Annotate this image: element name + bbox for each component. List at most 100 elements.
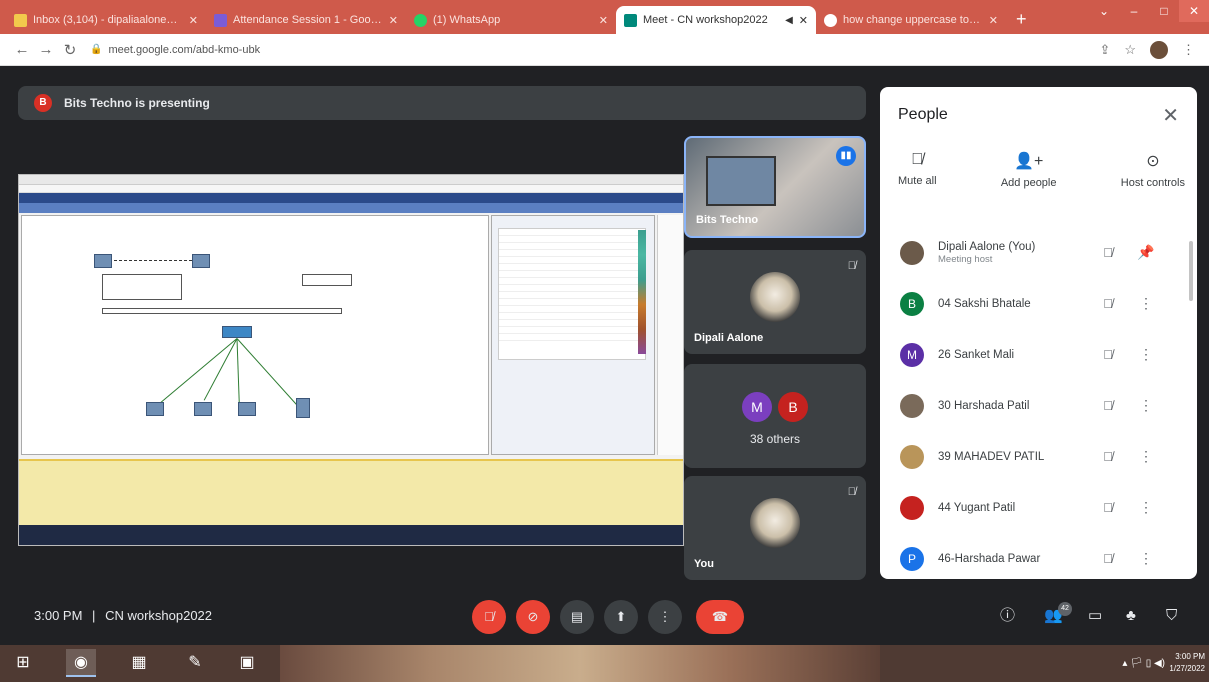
tile-name: Dipali Aalone (694, 332, 764, 344)
host-controls-icon[interactable]: ⛉ (1166, 590, 1177, 642)
pdu-info-box (302, 274, 352, 286)
gmail-icon (14, 13, 27, 27)
mic-toggle-button[interactable]: 🎙̸ (472, 600, 506, 634)
close-icon[interactable]: ✕ (189, 14, 198, 27)
pc-device-icon (238, 402, 256, 416)
bookmark-star-icon[interactable]: ☆ (1124, 42, 1136, 58)
paint-icon[interactable]: ✎ (180, 649, 210, 677)
participant-name: 04 Sakshi Bhatale (938, 297, 1031, 310)
lock-icon: 🔒 (90, 44, 103, 55)
captions-button[interactable]: ▤ (560, 600, 594, 634)
avatar (900, 495, 924, 520)
profile-avatar[interactable] (1150, 40, 1168, 59)
participant-tile-you[interactable]: 🎙̸ You (684, 476, 866, 580)
mute-all-button[interactable]: 🎙̸ Mute all (898, 151, 937, 213)
share-icon[interactable]: ⇪ (1099, 42, 1110, 58)
close-icon[interactable]: ✕ (989, 14, 998, 27)
shared-screen (18, 174, 684, 546)
chrome-icon[interactable]: ◉ (66, 649, 96, 677)
forward-icon[interactable]: → (34, 41, 58, 58)
tab-meet[interactable]: Meet - CN workshop2022 ◀ ✕ (616, 6, 816, 34)
event-color-strip (638, 230, 646, 354)
mic-off-icon[interactable]: 🎙̸ (1088, 296, 1128, 311)
reload-icon[interactable]: ↻ (58, 41, 82, 59)
mic-off-icon[interactable]: 🎙̸ (1088, 245, 1128, 260)
people-count-badge: 42 (1058, 602, 1072, 616)
list-item[interactable]: P 46-Harshada Pawar 🎙̸ ⋮ (880, 533, 1190, 579)
more-options-icon[interactable]: ⋮ (1128, 550, 1164, 567)
mic-off-icon: 🎙̸ (847, 260, 856, 272)
url-field[interactable]: 🔒 meet.google.com/abd-kmo-ubk (90, 38, 1099, 62)
close-icon[interactable]: ✕ (799, 14, 808, 27)
camera-toggle-button[interactable]: ⊘ (516, 600, 550, 634)
new-tab-button[interactable]: + (1006, 6, 1037, 34)
back-icon[interactable]: ← (10, 41, 34, 58)
more-options-icon[interactable]: ⋮ (1128, 397, 1164, 414)
mic-off-icon[interactable]: 🎙̸ (1088, 500, 1128, 515)
host-controls-button[interactable]: ⊙ Host controls (1121, 151, 1185, 213)
windows-start-icon[interactable]: ⊞ (8, 649, 38, 677)
more-options-icon[interactable]: ⋮ (1128, 448, 1164, 465)
word-icon[interactable]: ▣ (232, 649, 262, 677)
participant-tile-bits-techno[interactable]: ▮▮ Bits Techno (684, 136, 866, 238)
mic-off-icon[interactable]: 🎙̸ (1088, 398, 1128, 413)
avatar (750, 498, 800, 548)
more-options-icon[interactable]: ⋮ (1128, 295, 1164, 312)
file-explorer-icon[interactable]: ▦ (124, 649, 154, 677)
present-button[interactable]: ⬆ (604, 600, 638, 634)
activities-icon[interactable]: ♣ (1126, 590, 1136, 642)
system-tray: ▴ 🏳 ▯ ◀) (1122, 658, 1165, 669)
tab-gmail[interactable]: Inbox (3,104) - dipaliaalone@... ✕ (6, 6, 206, 34)
others-count-label: 38 others (749, 432, 801, 446)
scrollbar[interactable] (1189, 241, 1193, 301)
list-item[interactable]: Dipali Aalone (You) Meeting host 🎙̸ 📌 (880, 227, 1190, 278)
people-icon[interactable]: 👥 (1044, 590, 1063, 642)
leave-call-button[interactable]: ☎ (696, 600, 744, 634)
network-link (236, 338, 240, 403)
meeting-info-icon[interactable]: ⓘ (1000, 590, 1015, 642)
list-item[interactable]: 39 MAHADEV PATIL 🎙̸ ⋮ (880, 431, 1190, 482)
taskbar-clock[interactable]: 3:00 PM 1/27/2022 (1169, 651, 1205, 675)
window-close-button[interactable]: ✕ (1179, 0, 1209, 22)
list-item[interactable]: 44 Yugant Patil 🎙̸ ⋮ (880, 482, 1190, 533)
more-options-icon[interactable]: ⋮ (1128, 499, 1164, 516)
pin-icon[interactable]: 📌 (1128, 244, 1164, 261)
more-options-icon[interactable]: ⋮ (1128, 346, 1164, 363)
mic-off-icon[interactable]: 🎙̸ (1088, 449, 1128, 464)
network-link (114, 260, 192, 261)
network-link (152, 338, 238, 410)
avatar (900, 444, 924, 469)
control-label: Mute all (898, 175, 937, 187)
add-people-button[interactable]: 👤+ Add people (1001, 151, 1057, 213)
mic-off-icon: 🎙̸ (847, 486, 856, 498)
minimize-button[interactable]: – (1119, 0, 1149, 22)
address-bar-actions: ⇪ ☆ ⋮ (1099, 40, 1209, 59)
list-item[interactable]: 30 Harshada Patil 🎙̸ ⋮ (880, 380, 1190, 431)
tab-search-button[interactable]: ⌄ (1089, 0, 1119, 22)
tab-google-search[interactable]: how change uppercase to low... ✕ (816, 6, 1006, 34)
tab-attendance[interactable]: Attendance Session 1 - Google... ✕ (206, 6, 406, 34)
menu-kebab-icon[interactable]: ⋮ (1182, 42, 1195, 58)
list-item[interactable]: B 04 Sakshi Bhatale 🎙̸ ⋮ (880, 278, 1190, 329)
maximize-button[interactable]: □ (1149, 0, 1179, 22)
mic-off-icon[interactable]: 🎙̸ (1088, 347, 1128, 362)
participant-tile-others[interactable]: M B 38 others (684, 364, 866, 468)
clock-date: 1/27/2022 (1169, 664, 1205, 673)
list-item[interactable]: M 26 Sanket Mali 🎙̸ ⋮ (880, 329, 1190, 380)
close-icon[interactable]: ✕ (1162, 103, 1179, 128)
mic-off-icon[interactable]: 🎙̸ (1088, 551, 1128, 566)
close-icon[interactable]: ✕ (389, 14, 398, 27)
participant-tile-dipali[interactable]: 🎙̸ Dipali Aalone (684, 250, 866, 354)
tab-whatsapp[interactable]: (1) WhatsApp ✕ (406, 6, 616, 34)
panel-header: People ✕ (880, 87, 1197, 143)
meeting-title: CN workshop2022 (105, 608, 213, 623)
presenter-avatar: B (34, 94, 52, 112)
presenting-banner: B Bits Techno is presenting (18, 86, 866, 120)
more-options-button[interactable]: ⋮ (648, 600, 682, 634)
switch-device-icon (222, 326, 252, 338)
avatar (750, 272, 800, 322)
chat-icon[interactable]: ▭ (1088, 590, 1102, 642)
add-person-icon: 👤+ (1014, 153, 1044, 170)
close-icon[interactable]: ✕ (599, 14, 608, 27)
simulation-panel (491, 215, 655, 455)
